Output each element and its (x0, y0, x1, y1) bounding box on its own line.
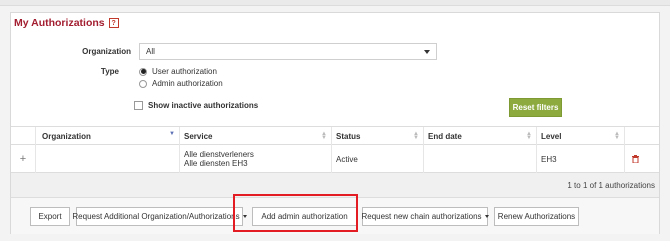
type-filter-label: Type (100, 67, 119, 76)
top-bar (0, 0, 670, 6)
chevron-down-icon (484, 215, 489, 218)
request-chain-button[interactable]: Request new chain authorizations (361, 207, 489, 226)
request-additional-button[interactable]: Request Additional Organization/Authoriz… (72, 207, 247, 226)
cell-service: Alle dienstverleners Alle diensten EH3 (180, 145, 332, 173)
export-button[interactable]: Export (30, 207, 70, 226)
reset-filters-button[interactable]: Reset filters (509, 98, 562, 117)
cell-service-line1: Alle dienstverleners (184, 150, 254, 159)
organization-select-value: All (146, 47, 155, 56)
cell-organization (36, 145, 180, 173)
show-inactive-label: Show inactive authorizations (148, 101, 259, 110)
column-header-status-label: Status (336, 132, 361, 141)
request-chain-label: Request new chain authorizations (361, 212, 482, 221)
chevron-down-icon (424, 49, 430, 54)
help-icon[interactable]: ? (108, 18, 119, 28)
column-header-service[interactable]: Service ▲ ▼ (180, 127, 332, 146)
type-option-user[interactable]: User authorization (139, 67, 217, 76)
column-header-organization-label: Organization (42, 132, 91, 141)
panel-title-text: My Authorizations (14, 17, 105, 29)
radio-unselected-icon[interactable] (139, 79, 147, 88)
sort-icon[interactable]: ▲ ▼ (321, 131, 327, 141)
column-header-level-label: Level (541, 132, 562, 141)
column-header-end-date-label: End date (428, 132, 462, 141)
sort-desc-icon[interactable]: ▼ (169, 131, 175, 137)
pagination-summary: 1 to 1 of 1 authorizations (567, 181, 655, 190)
column-header-organization[interactable]: Organization ▼ (36, 127, 180, 146)
sort-icon[interactable]: ▲ ▼ (413, 131, 419, 141)
organization-filter-label: Organization (82, 47, 131, 56)
cell-service-line2: Alle diensten EH3 (184, 159, 248, 168)
sort-icon[interactable]: ▲ ▼ (614, 131, 620, 141)
highlight-box (233, 194, 358, 232)
cell-level: EH3 (537, 145, 625, 173)
column-header-level[interactable]: Level ▲ ▼ (537, 127, 625, 146)
organization-select[interactable]: All (139, 43, 437, 60)
column-header-end-date[interactable]: End date ▲ ▼ (424, 127, 537, 146)
cell-end-date (424, 145, 537, 173)
expand-column-header (11, 127, 36, 146)
type-option-admin-label: Admin authorization (152, 79, 223, 88)
table-header: Organization ▼ Service ▲ ▼ Status ▲ ▼ End … (11, 126, 659, 146)
show-inactive-toggle[interactable]: Show inactive authorizations (134, 101, 258, 110)
type-option-user-label: User authorization (152, 67, 217, 76)
column-header-service-label: Service (184, 132, 213, 141)
show-inactive-checkbox[interactable] (134, 101, 143, 110)
delete-icon[interactable] (625, 145, 645, 173)
radio-selected-icon[interactable] (139, 67, 147, 76)
column-header-status[interactable]: Status ▲ ▼ (332, 127, 424, 146)
sort-icon[interactable]: ▲ ▼ (526, 131, 532, 141)
type-option-admin[interactable]: Admin authorization (139, 79, 223, 88)
request-additional-label: Request Additional Organization/Authoriz… (72, 212, 240, 221)
table-row[interactable]: + Alle dienstverleners Alle diensten EH3… (11, 145, 659, 173)
expand-row-icon[interactable]: + (11, 145, 36, 173)
cell-status: Active (332, 145, 424, 173)
panel-title: My Authorizations ? (14, 17, 119, 29)
renew-authorizations-button[interactable]: Renew Authorizations (494, 207, 579, 226)
